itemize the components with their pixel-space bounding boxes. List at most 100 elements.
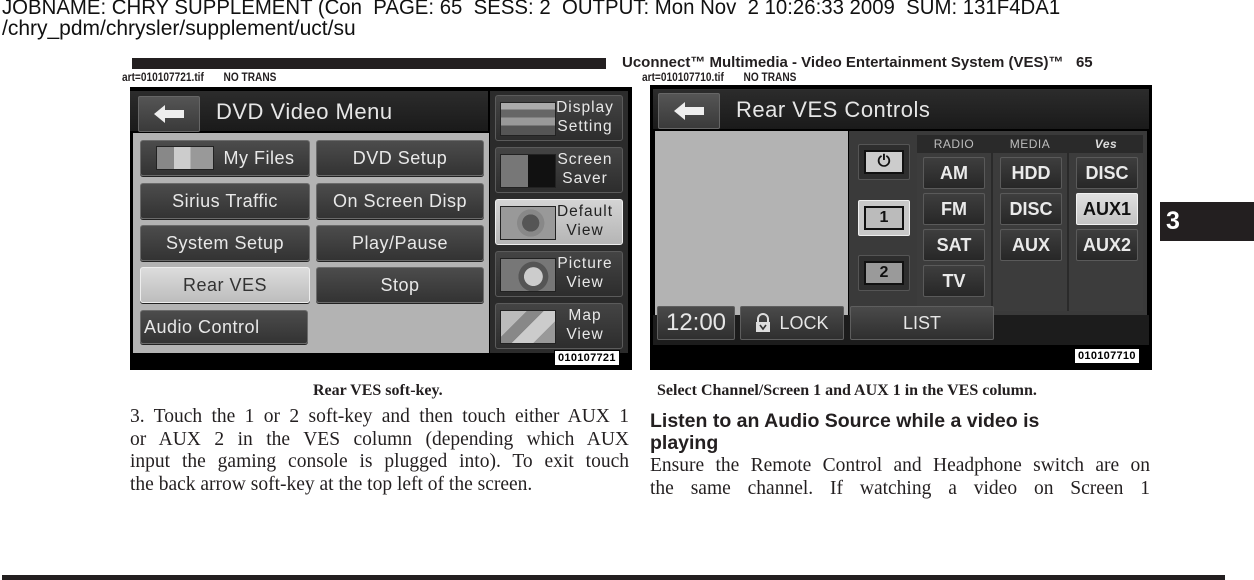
am-button[interactable]: AM [923,157,985,189]
hdd-button[interactable]: HDD [1000,157,1062,189]
default-view-button[interactable]: Default View [495,199,623,245]
side-button-column: Display Setting Screen Saver Default View P… [490,91,628,353]
figure-2-caption: Select Channel/Screen 1 and AUX 1 in the… [657,382,1037,399]
aux2-button[interactable]: AUX2 [1076,229,1138,261]
text-line: input the gaming console is plugged into… [130,451,629,472]
button-label: System Setup [165,232,285,253]
back-button[interactable] [658,93,720,129]
tv-button[interactable]: TV [923,265,985,297]
button-label: DVD Setup [352,147,448,168]
side-button-label: Picture View [552,254,618,292]
rear-ves-button[interactable]: Rear VES [140,267,310,303]
audio-control-button[interactable]: Audio Control [140,310,308,344]
label-line-1: Default [556,203,614,220]
label-line-1: Picture [557,255,613,272]
media-files-icon [155,146,214,170]
sat-button[interactable]: SAT [923,229,985,261]
on-screen-disp-button[interactable]: On Screen Disp [316,183,484,219]
media-column: HDD DISC AUX [993,153,1067,311]
channel-2-button[interactable]: 2 [858,255,910,291]
dvd-setup-button[interactable]: DVD Setup [316,140,484,176]
side-button-label: Map View [552,306,618,344]
list-button[interactable]: LIST [850,306,994,340]
back-button[interactable] [138,96,200,132]
channel-label: 2 [864,261,904,285]
column-header-media: MEDIA [1009,137,1051,151]
header-rule [132,58,606,69]
title-bar: Rear VES Controls [653,89,1149,129]
button-label: On Screen Disp [332,190,468,211]
audio-source-paragraph: Ensure the Remote Control and Headphone … [650,455,1150,500]
button-label: Rear VES [182,274,268,295]
title-bar: DVD Video Menu [130,91,488,132]
step-3-paragraph: 3. Touch the 1 or 2 soft-key and then to… [130,406,629,496]
footer-rule [2,575,1225,580]
trans-label: NO TRANS [223,72,277,84]
back-arrow-icon [154,105,184,123]
column-header-ves: Ves [1094,137,1118,151]
running-header-title: Uconnect™ Multimedia - Video Entertainme… [622,54,1093,71]
label-line-2: View [566,326,604,343]
rear-ves-controls-screen: Rear VES Controls ⏻ 1 2 RADIO MEDIA Ves … [650,85,1152,370]
picture-view-icon [500,258,556,292]
column-header-radio: RADIO [933,137,975,151]
label-line-2: Saver [562,170,608,187]
video-preview-area [655,131,848,315]
text-line: or AUX 2 in the VES column (depending wh… [130,428,629,450]
art-number: 010107721 [554,350,620,366]
art-filename: art=010107721.tif [122,72,204,84]
section-heading: Listen to an Audio Source while a video … [650,410,1039,454]
aux-button[interactable]: AUX [1000,229,1062,261]
text-line: the back arrow soft-key at the top left … [130,473,533,495]
channel-1-button[interactable]: 1 [858,200,910,236]
play-pause-button[interactable]: Play/Pause [316,225,484,261]
screen-saver-button[interactable]: Screen Saver [495,147,623,193]
figure-1-caption: Rear VES soft-key. [313,382,443,399]
display-setting-button[interactable]: Display Setting [495,95,623,141]
power-icon: ⏻ [864,150,904,174]
ves-disc-button[interactable]: DISC [1076,157,1138,189]
lock-icon [756,313,771,332]
text-line: the same channel. If watching a video on… [650,477,1150,499]
lock-button[interactable]: LOCK [740,306,844,340]
media-disc-button[interactable]: DISC [1000,193,1062,225]
control-area: ⏻ 1 2 RADIO MEDIA Ves AM FM SAT TV HDD D… [849,131,1147,315]
menu-panel: My Files DVD Setup Sirius Traffic On Scr… [133,133,489,353]
aux1-button[interactable]: AUX1 [1076,193,1138,225]
back-arrow-icon [674,102,704,120]
ves-column: DISC AUX1 AUX2 [1069,153,1143,311]
lock-label: LOCK [779,312,829,333]
screen-title: DVD Video Menu [216,99,393,124]
dvd-video-menu-screen: DVD Video Menu My Files DVD Setup Sirius… [130,87,632,370]
button-label: Stop [380,274,420,295]
system-setup-button[interactable]: System Setup [140,225,310,261]
heading-line-1: Listen to an Audio Source while a video … [650,410,1040,432]
power-button[interactable]: ⏻ [858,144,910,180]
button-label: Sirius Traffic [172,190,278,211]
fm-button[interactable]: FM [923,193,985,225]
label-line-2: View [566,274,604,291]
trans-label: NO TRANS [743,72,797,84]
button-label: Audio Control [144,316,260,337]
heading-line-2: playing [650,432,719,454]
print-path-line: /chry_pdm/chrysler/supplement/uct/su [2,17,356,40]
figure-2-art-label: art=010107710.tif NO TRANS [642,72,796,84]
label-line-1: Screen [557,151,613,168]
channel-label: 1 [864,206,904,230]
button-label: My Files [223,147,295,168]
art-filename: art=010107710.tif [642,72,724,84]
label-line-1: Display [556,99,614,116]
side-button-label: Screen Saver [552,150,618,188]
sirius-traffic-button[interactable]: Sirius Traffic [140,183,310,219]
clock-display: 12:00 [657,306,735,340]
radio-column: AM FM SAT TV [917,153,991,311]
display-setting-icon [500,102,556,136]
text-line: 3. Touch the 1 or 2 soft-key and then to… [130,406,629,427]
screen-title: Rear VES Controls [736,97,931,122]
map-view-button[interactable]: Map View [495,303,623,349]
picture-view-button[interactable]: Picture View [495,251,623,297]
source-grid: RADIO MEDIA Ves AM FM SAT TV HDD DISC AU… [917,135,1143,311]
my-files-button[interactable]: My Files [140,140,310,176]
screen-saver-icon [500,154,556,188]
stop-button[interactable]: Stop [316,267,484,303]
